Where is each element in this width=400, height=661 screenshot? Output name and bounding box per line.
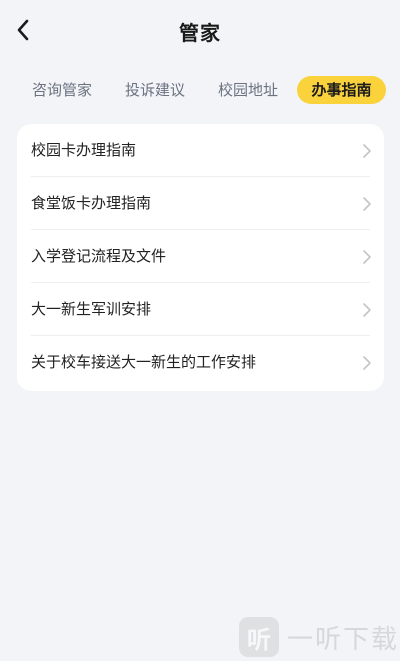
list-item[interactable]: 食堂饭卡办理指南 — [17, 177, 384, 230]
top-bar: 管家 — [0, 0, 400, 62]
guide-list: 校园卡办理指南 食堂饭卡办理指南 入学登记流程及文件 大一新生军训安排 关于校车… — [17, 124, 384, 391]
list-item-label: 校园卡办理指南 — [31, 141, 137, 159]
tab-campus-address[interactable]: 校园地址 — [208, 76, 288, 104]
list-item[interactable]: 入学登记流程及文件 — [17, 230, 384, 283]
list-item[interactable]: 大一新生军训安排 — [17, 283, 384, 336]
list-item-label: 关于校车接送大一新生的工作安排 — [31, 353, 257, 371]
tab-service-guide[interactable]: 办事指南 — [297, 76, 386, 104]
list-item[interactable]: 校园卡办理指南 — [17, 124, 384, 177]
list-item[interactable]: 关于校车接送大一新生的工作安排 — [17, 336, 384, 389]
tab-complaints-suggestions[interactable]: 投诉建议 — [115, 76, 195, 104]
watermark-logo-icon: 听 — [239, 617, 279, 657]
page-title: 管家 — [179, 21, 221, 45]
watermark: 听 一听下载 — [239, 617, 399, 657]
chevron-right-icon — [363, 356, 371, 370]
tab-bar: 咨询管家 投诉建议 校园地址 办事指南 — [0, 76, 400, 104]
watermark-text: 一听下载 — [287, 624, 400, 655]
chevron-right-icon — [363, 144, 371, 158]
chevron-right-icon — [363, 250, 371, 264]
tab-consult-butler[interactable]: 咨询管家 — [22, 76, 102, 104]
chevron-right-icon — [363, 303, 371, 317]
list-item-label: 食堂饭卡办理指南 — [31, 194, 152, 212]
list-item-label: 入学登记流程及文件 — [31, 247, 167, 265]
list-item-label: 大一新生军训安排 — [31, 300, 152, 318]
chevron-right-icon — [363, 197, 371, 211]
